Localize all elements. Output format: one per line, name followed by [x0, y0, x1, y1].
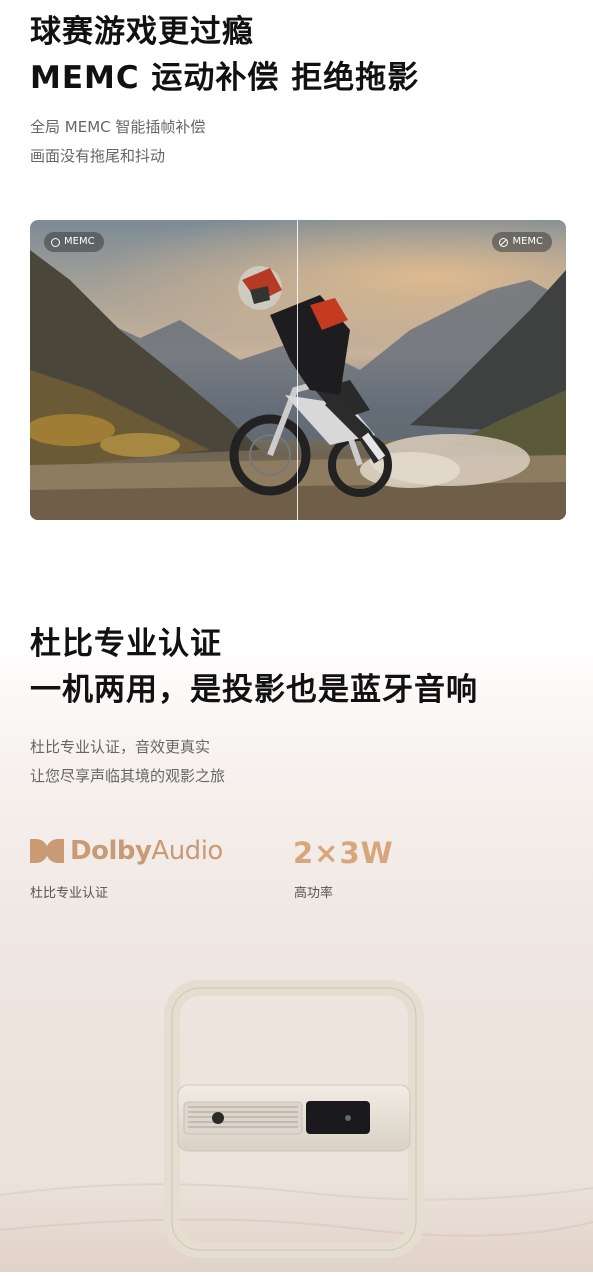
memc-off-label: MEMC [512, 236, 543, 247]
section2-title-line1: 杜比专业认证 [30, 626, 222, 662]
dolby-audio-logo: DolbyAudio [30, 836, 223, 866]
section1-title-line2: MEMC 运动补偿 拒绝拖影 [30, 60, 420, 96]
section1-desc-line2: 画面没有拖尾和抖动 [30, 147, 166, 165]
section2-desc-line1: 杜比专业认证，音效更真实 [30, 738, 211, 756]
dolby-audio-wordmark: DolbyAudio [70, 836, 223, 866]
comparison-divider [297, 220, 298, 520]
section2-title-line2: 一机两用，是投影也是蓝牙音响 [30, 672, 478, 708]
section1-desc-line1: 全局 MEMC 智能插帧补偿 [30, 118, 206, 136]
projector-product-image [0, 930, 593, 1272]
dolby-word: Dolby [70, 836, 152, 866]
power-caption: 高功率 [294, 886, 334, 901]
memc-on-label: MEMC [64, 236, 95, 247]
audio-word: Audio [151, 836, 223, 866]
projector-illustration [0, 980, 593, 1272]
motorcycle-scene-illustration [30, 250, 566, 520]
dolby-caption: 杜比专业认证 [30, 886, 109, 901]
dolby-double-d-icon [30, 839, 64, 863]
memc-on-badge: MEMC [44, 232, 104, 252]
memc-off-badge: MEMC [492, 232, 552, 252]
circle-icon [51, 237, 60, 247]
memc-comparison-image: MEMC MEMC [30, 220, 566, 520]
prohibited-icon [499, 237, 509, 247]
section2-desc-line2: 让您尽享声临其境的观影之旅 [30, 767, 226, 785]
power-value: 2×3W [293, 836, 394, 870]
section1-title-line1: 球赛游戏更过瘾 [30, 14, 254, 50]
